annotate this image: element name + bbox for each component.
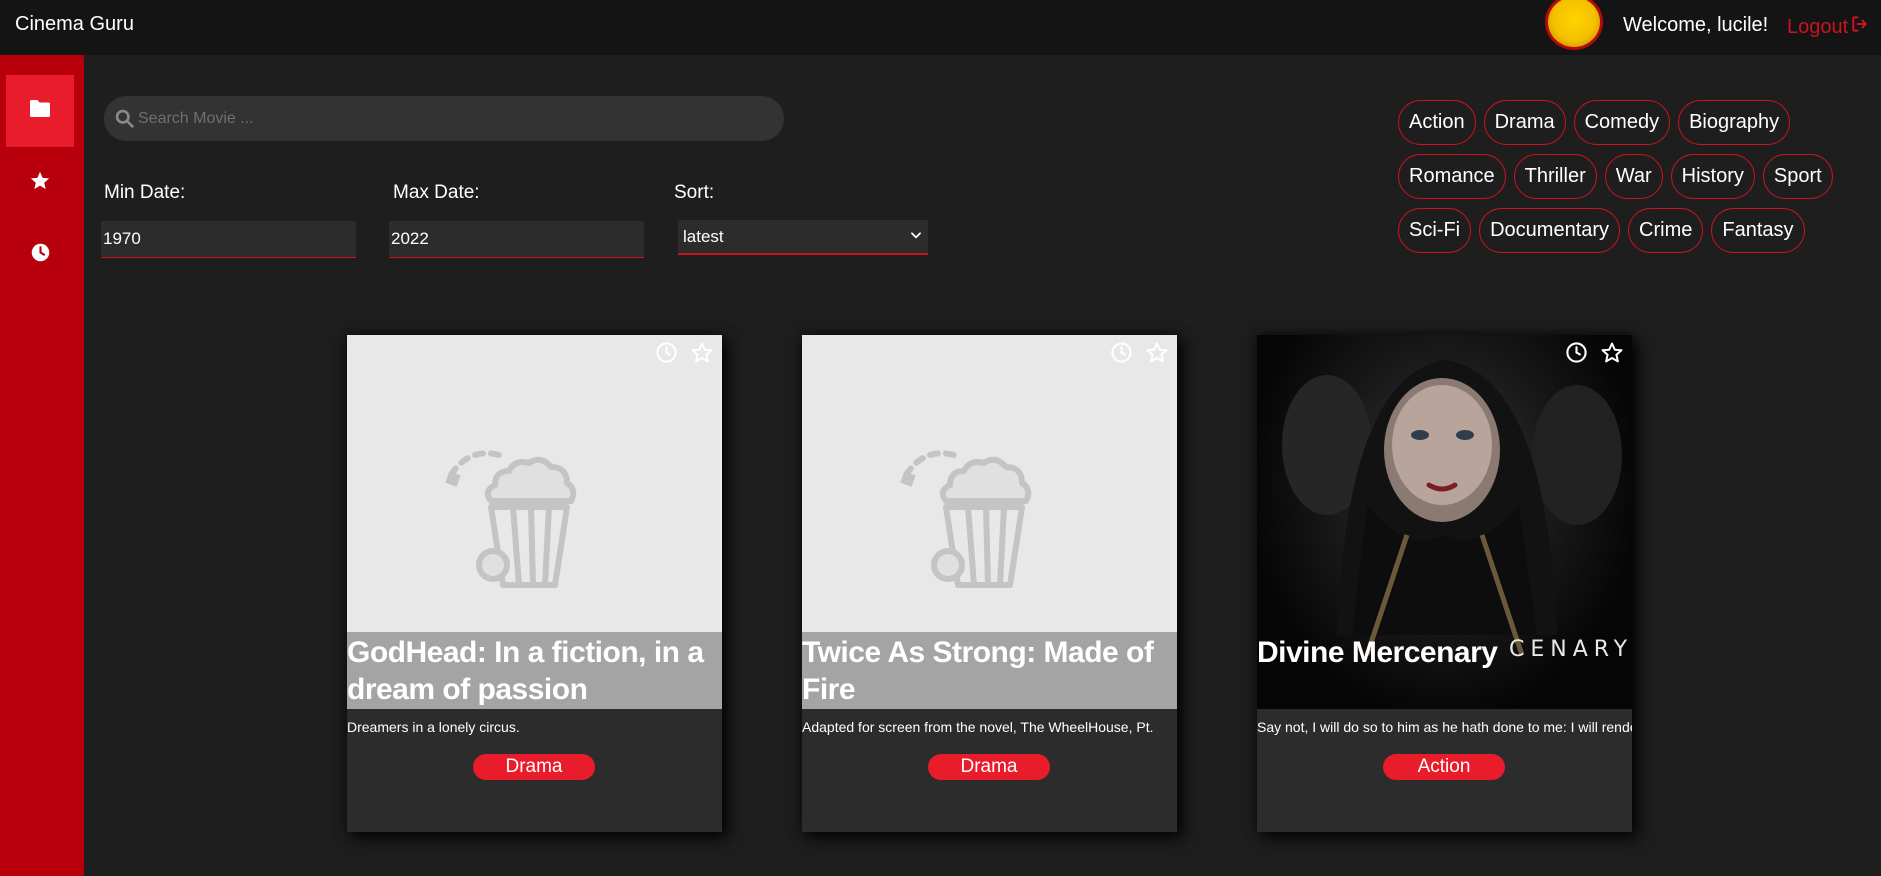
search-bar[interactable] — [104, 96, 784, 141]
genre-chip[interactable]: Biography — [1678, 100, 1791, 145]
max-date-field[interactable]: 2022 — [389, 221, 644, 258]
popcorn-placeholder-icon — [443, 445, 593, 600]
folder-icon — [29, 99, 51, 123]
movie-poster: Twice As Strong: Made of Fire — [802, 335, 1177, 709]
favorite-star-icon[interactable] — [1145, 341, 1169, 365]
genre-chip[interactable]: Drama — [1483, 100, 1566, 145]
movie-title: GodHead: In a fiction, in a dream of pas… — [347, 632, 722, 709]
movie-genre-tag[interactable]: Action — [1383, 754, 1505, 780]
watch-later-icon[interactable] — [1110, 341, 1133, 365]
max-date-label: Max Date: — [393, 182, 480, 203]
movie-genre-tag[interactable]: Drama — [473, 754, 595, 780]
watch-later-icon[interactable] — [1565, 341, 1588, 365]
clock-icon — [30, 242, 51, 268]
favorite-star-icon[interactable] — [690, 341, 714, 365]
genre-chip[interactable]: Fantasy — [1711, 208, 1805, 253]
genre-chip[interactable]: Thriller — [1513, 154, 1597, 199]
genre-chip[interactable]: Romance — [1398, 154, 1506, 199]
genre-chip[interactable]: Comedy — [1573, 100, 1671, 145]
popcorn-placeholder-icon — [898, 445, 1048, 600]
sidebar-item-watch-later[interactable] — [6, 219, 74, 291]
card-actions — [1565, 341, 1624, 365]
movie-description: Dreamers in a lonely circus. — [347, 719, 520, 735]
sort-label: Sort: — [674, 182, 715, 203]
sidebar-item-home[interactable] — [6, 75, 74, 147]
genre-chip[interactable]: Documentary — [1479, 208, 1621, 253]
card-actions — [655, 341, 714, 365]
movie-description: Adapted for screen from the novel, The W… — [802, 719, 1154, 735]
avatar[interactable] — [1545, 0, 1603, 50]
app-title: Cinema Guru — [15, 13, 134, 35]
movie-card[interactable]: Twice As Strong: Made of Fire Adapted fo… — [802, 335, 1177, 832]
logout-icon — [1850, 14, 1870, 40]
genre-chip[interactable]: War — [1604, 154, 1663, 199]
watch-later-icon[interactable] — [655, 341, 678, 365]
star-icon — [29, 170, 51, 197]
genre-row: Romance Thriller War History Sport — [1398, 154, 1868, 199]
logout-button[interactable]: Logout — [1787, 14, 1870, 40]
search-icon — [114, 108, 135, 134]
movie-genre-tag[interactable]: Drama — [928, 754, 1050, 780]
sidebar-item-favorites[interactable] — [6, 147, 74, 219]
genre-row: Action Drama Comedy Biography — [1398, 100, 1868, 145]
search-input[interactable] — [138, 96, 758, 141]
genre-chip[interactable]: Action — [1398, 100, 1476, 145]
card-actions — [1110, 341, 1169, 365]
genre-chip[interactable]: Sport — [1762, 154, 1833, 199]
min-date-field[interactable]: 1970 — [101, 221, 356, 258]
favorite-star-icon[interactable] — [1600, 341, 1624, 365]
sidebar — [0, 55, 84, 876]
movie-description: Say not, I will do so to him as he hath … — [1257, 719, 1632, 735]
logout-label: Logout — [1787, 15, 1849, 38]
min-date-label: Min Date: — [104, 182, 186, 203]
genre-row: Sci-Fi Documentary Crime Fantasy — [1398, 208, 1868, 253]
welcome-text: Welcome, lucile! — [1623, 14, 1769, 36]
movie-card[interactable]: GodHead: In a fiction, in a dream of pas… — [347, 335, 722, 832]
movie-title: Twice As Strong: Made of Fire — [802, 632, 1177, 709]
genre-list: Action Drama Comedy Biography Romance Th… — [1398, 100, 1868, 262]
chevron-down-icon — [909, 227, 923, 247]
movie-card[interactable]: CENARY Divine Mercenary Say not, I will … — [1257, 335, 1632, 832]
top-header: Cinema Guru Welcome, lucile! Logout — [0, 0, 1881, 55]
movie-poster: CENARY Divine Mercenary — [1257, 335, 1632, 709]
genre-chip[interactable]: History — [1670, 154, 1755, 199]
sort-value: latest — [683, 226, 724, 246]
genre-chip[interactable]: Crime — [1628, 208, 1704, 253]
genre-chip[interactable]: Sci-Fi — [1398, 208, 1472, 253]
movie-title: Divine Mercenary — [1257, 636, 1498, 669]
sort-select[interactable]: latest — [678, 220, 928, 255]
movie-poster: GodHead: In a fiction, in a dream of pas… — [347, 335, 722, 709]
